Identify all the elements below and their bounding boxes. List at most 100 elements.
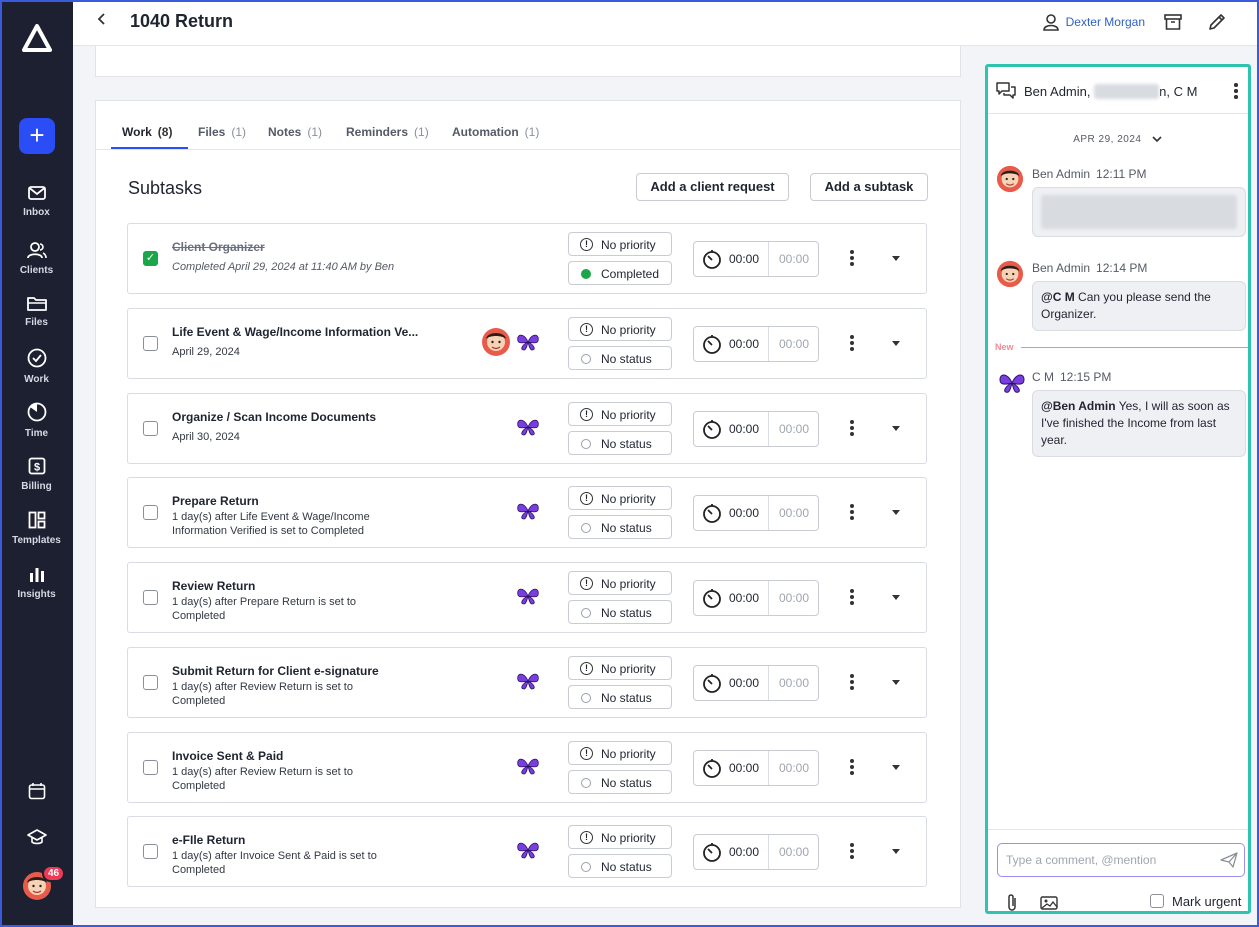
- priority-button[interactable]: ! No priority: [568, 656, 672, 680]
- priority-button[interactable]: ! No priority: [568, 317, 672, 341]
- subtask-title[interactable]: Invoice Sent & Paid: [172, 749, 492, 763]
- edit-pencil-icon[interactable]: [1207, 12, 1227, 32]
- sidebar-item-files[interactable]: Files: [0, 295, 73, 328]
- subtask-title[interactable]: Review Return: [172, 579, 492, 593]
- sidebar-item-insights[interactable]: Insights: [0, 565, 73, 600]
- priority-button[interactable]: ! No priority: [568, 486, 672, 510]
- tab-reminders[interactable]: Reminders (1): [346, 125, 429, 139]
- tab-files[interactable]: Files (1): [198, 125, 246, 139]
- add-client-request-button[interactable]: Add a client request: [636, 173, 789, 201]
- subtask-row[interactable]: Prepare Return 1 day(s) after Life Event…: [127, 477, 927, 548]
- subtask-title[interactable]: Client Organizer: [172, 240, 492, 254]
- subtask-row[interactable]: Organize / Scan Income Documents April 3…: [127, 393, 927, 464]
- timer-control[interactable]: 00:00 00:00: [693, 834, 819, 870]
- more-options-icon[interactable]: [847, 250, 857, 268]
- subtask-row[interactable]: Submit Return for Client e-signature 1 d…: [127, 647, 927, 718]
- subtask-title[interactable]: Prepare Return: [172, 494, 492, 508]
- timer-estimate[interactable]: 00:00: [768, 496, 819, 530]
- sidebar-item-time[interactable]: Time: [0, 402, 73, 439]
- add-subtask-button[interactable]: Add a subtask: [810, 173, 928, 201]
- status-button[interactable]: Completed: [568, 261, 672, 285]
- expand-caret-icon[interactable]: [892, 595, 900, 600]
- chat-participants[interactable]: Ben Admin, xxxxxxxxxxn, C M: [1024, 84, 1197, 99]
- subtask-checkbox[interactable]: ✓: [143, 251, 158, 266]
- subtask-row[interactable]: Review Return 1 day(s) after Prepare Ret…: [127, 562, 927, 633]
- timer-control[interactable]: 00:00 00:00: [693, 241, 819, 277]
- create-new-button[interactable]: +: [19, 118, 55, 154]
- mark-urgent-label[interactable]: Mark urgent: [1172, 894, 1241, 909]
- tab-work[interactable]: Work (8): [122, 125, 172, 139]
- subtask-row[interactable]: Life Event & Wage/Income Information Ve.…: [127, 308, 927, 379]
- more-options-icon[interactable]: [847, 420, 857, 438]
- subtask-title[interactable]: Submit Return for Client e-signature: [172, 664, 492, 678]
- timer-estimate[interactable]: 00:00: [768, 327, 819, 361]
- expand-caret-icon[interactable]: [892, 256, 900, 261]
- image-icon[interactable]: [1040, 896, 1058, 910]
- timer-control[interactable]: 00:00 00:00: [693, 580, 819, 616]
- subtask-checkbox[interactable]: [143, 336, 158, 351]
- tab-notes[interactable]: Notes (1): [268, 125, 322, 139]
- subtask-row[interactable]: Invoice Sent & Paid 1 day(s) after Revie…: [127, 732, 927, 803]
- expand-caret-icon[interactable]: [892, 849, 900, 854]
- mention[interactable]: @Ben Admin: [1041, 399, 1116, 413]
- more-options-icon[interactable]: [847, 335, 857, 353]
- more-options-icon[interactable]: [847, 843, 857, 861]
- expand-caret-icon[interactable]: [892, 510, 900, 515]
- back-button[interactable]: [97, 12, 107, 31]
- app-logo-icon[interactable]: [22, 24, 52, 52]
- butterfly-avatar-icon[interactable]: [516, 586, 540, 606]
- timer-estimate[interactable]: 00:00: [768, 835, 819, 869]
- archive-icon[interactable]: [1163, 12, 1183, 32]
- subtask-title[interactable]: e-FIle Return: [172, 833, 492, 847]
- more-options-icon[interactable]: [847, 674, 857, 692]
- timer-estimate[interactable]: 00:00: [768, 242, 819, 276]
- timer-estimate[interactable]: 00:00: [768, 666, 819, 700]
- mention[interactable]: @C M: [1041, 290, 1075, 304]
- chat-menu-icon[interactable]: [1234, 83, 1240, 99]
- subtask-checkbox[interactable]: [143, 675, 158, 690]
- paperclip-icon[interactable]: [1006, 893, 1018, 913]
- send-icon[interactable]: [1220, 852, 1238, 868]
- timer-control[interactable]: 00:00 00:00: [693, 411, 819, 447]
- subtask-checkbox[interactable]: [143, 505, 158, 520]
- subtask-checkbox[interactable]: [143, 421, 158, 436]
- calendar-button[interactable]: [0, 782, 73, 803]
- expand-caret-icon[interactable]: [892, 341, 900, 346]
- learning-button[interactable]: [0, 828, 73, 849]
- mark-urgent-checkbox[interactable]: [1150, 894, 1164, 908]
- subtask-title[interactable]: Life Event & Wage/Income Information Ve.…: [172, 325, 432, 339]
- sidebar-item-templates[interactable]: Templates: [0, 511, 73, 546]
- sidebar-item-inbox[interactable]: Inbox: [0, 185, 73, 218]
- priority-button[interactable]: ! No priority: [568, 402, 672, 426]
- status-button[interactable]: No status: [568, 515, 672, 539]
- butterfly-avatar-icon[interactable]: [516, 840, 540, 860]
- subtask-row[interactable]: e-FIle Return 1 day(s) after Invoice Sen…: [127, 816, 927, 887]
- subtask-checkbox[interactable]: [143, 590, 158, 605]
- subtask-row[interactable]: ✓ Client Organizer Completed April 29, 2…: [127, 223, 927, 294]
- sidebar-item-clients[interactable]: Clients: [0, 241, 73, 276]
- expand-caret-icon[interactable]: [892, 680, 900, 685]
- more-options-icon[interactable]: [847, 589, 857, 607]
- butterfly-avatar-icon[interactable]: [516, 756, 540, 776]
- priority-button[interactable]: ! No priority: [568, 741, 672, 765]
- timer-estimate[interactable]: 00:00: [768, 412, 819, 446]
- comment-input[interactable]: [997, 843, 1245, 877]
- status-button[interactable]: No status: [568, 431, 672, 455]
- tab-automation[interactable]: Automation (1): [452, 125, 539, 139]
- butterfly-avatar-icon[interactable]: [516, 671, 540, 691]
- sidebar-item-work[interactable]: Work: [0, 348, 73, 385]
- subtask-checkbox[interactable]: [143, 844, 158, 859]
- status-button[interactable]: No status: [568, 854, 672, 878]
- priority-button[interactable]: ! No priority: [568, 825, 672, 849]
- status-button[interactable]: No status: [568, 346, 672, 370]
- subtask-title[interactable]: Organize / Scan Income Documents: [172, 410, 492, 424]
- timer-estimate[interactable]: 00:00: [768, 581, 819, 615]
- assigned-user[interactable]: Dexter Morgan: [1042, 13, 1145, 31]
- timer-control[interactable]: 00:00 00:00: [693, 326, 819, 362]
- butterfly-avatar-icon[interactable]: [516, 501, 540, 521]
- expand-caret-icon[interactable]: [892, 765, 900, 770]
- priority-button[interactable]: ! No priority: [568, 571, 672, 595]
- more-options-icon[interactable]: [847, 759, 857, 777]
- sidebar-item-billing[interactable]: $ Billing: [0, 457, 73, 492]
- timer-control[interactable]: 00:00 00:00: [693, 665, 819, 701]
